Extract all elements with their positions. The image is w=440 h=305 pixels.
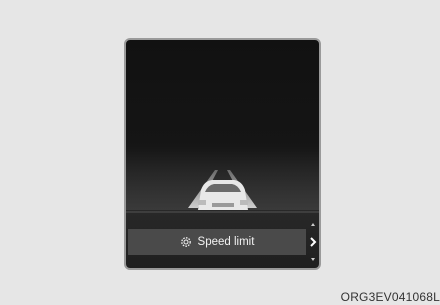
speed-limit-menu-item[interactable]: Speed limit bbox=[128, 229, 306, 255]
figure-code: ORG3EV041068L bbox=[340, 290, 440, 304]
gear-icon bbox=[180, 237, 191, 247]
chevron-right-icon bbox=[310, 237, 317, 247]
cluster-display: Speed limit bbox=[124, 38, 321, 270]
next-button[interactable] bbox=[307, 229, 319, 255]
scroll-up-indicator bbox=[311, 223, 315, 226]
speed-limit-label: Speed limit bbox=[197, 236, 255, 248]
car-icon bbox=[198, 180, 248, 210]
scroll-down-indicator bbox=[311, 258, 315, 261]
